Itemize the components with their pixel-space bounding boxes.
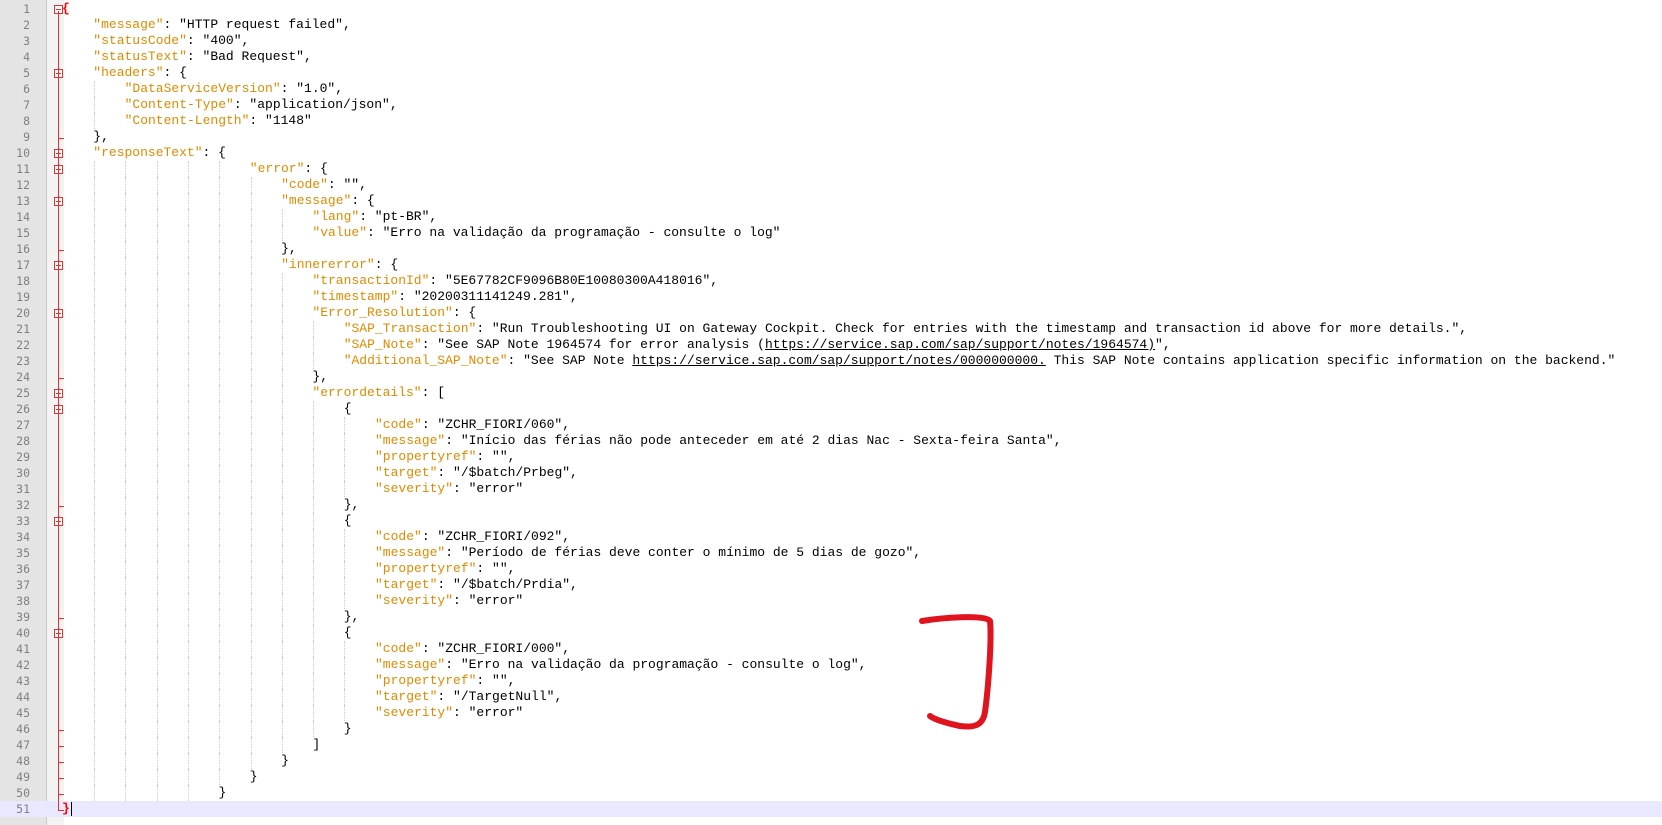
red-bracket-annotation — [919, 614, 994, 730]
hand-drawn-bracket — [919, 614, 994, 730]
code-editor[interactable]: 1{2 "message": "HTTP request failed", 3 "st… — [0, 0, 1662, 825]
